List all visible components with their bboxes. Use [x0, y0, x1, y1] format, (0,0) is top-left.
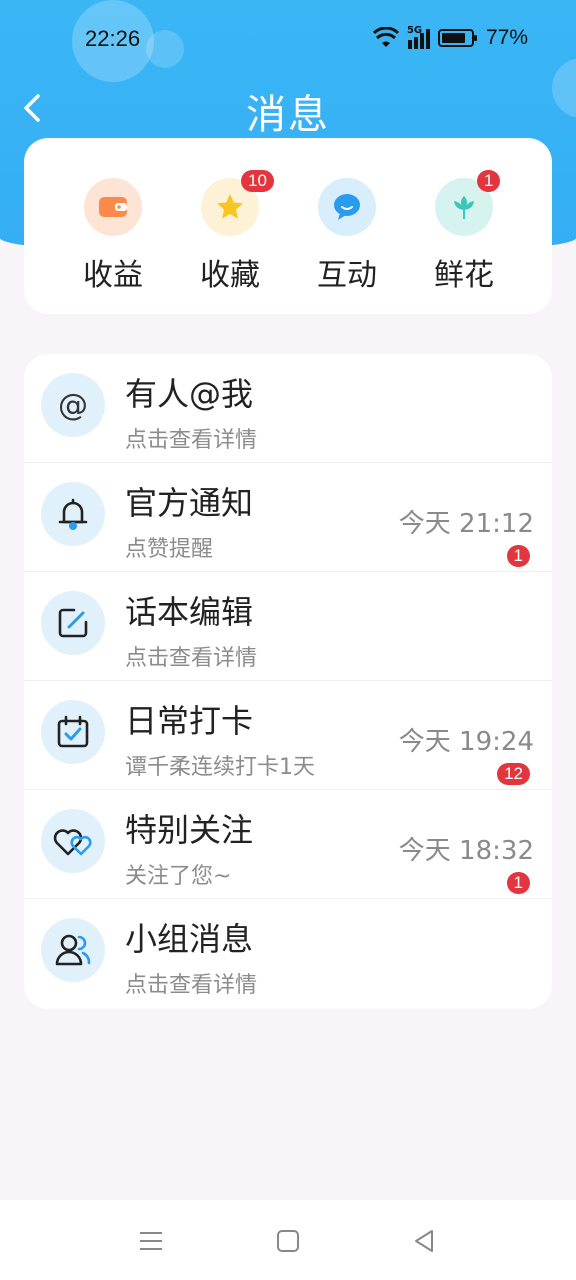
message-row-official-notice[interactable]: 官方通知 点赞提醒 今天 21:12 1 [24, 463, 552, 572]
group-icon [41, 918, 105, 982]
message-time: 今天 21:12 [398, 509, 534, 539]
favorites-badge: 10 [241, 170, 274, 192]
quick-action-label: 互动 [317, 258, 377, 293]
nav-bar: 消息 [0, 76, 576, 138]
menu-icon [140, 1232, 162, 1250]
edit-icon [41, 591, 105, 655]
message-subtitle: 点击查看详情 [125, 428, 258, 453]
message-subtitle: 关注了您~ [125, 864, 232, 889]
message-row-script-editing[interactable]: 话本编辑 点击查看详情 [24, 572, 552, 681]
calendar-check-icon [41, 700, 105, 764]
status-time: 22:26 [85, 26, 141, 51]
cellular-signal-icon: 5G [406, 25, 430, 49]
network-type: 5G [406, 25, 423, 36]
message-row-daily-checkin[interactable]: 日常打卡 谭千柔连续打卡1天 今天 19:24 12 [24, 681, 552, 790]
wifi-icon [372, 27, 399, 47]
home-icon [277, 1230, 299, 1252]
at-icon: @ [41, 373, 105, 437]
quick-action-label: 鲜花 [434, 258, 494, 293]
hearts-icon [41, 809, 105, 873]
status-bar: 22:26 5G 77% [0, 0, 576, 76]
star-icon: 10 [201, 170, 274, 236]
message-title: 话本编辑 [125, 593, 254, 631]
message-subtitle: 谭千柔连续打卡1天 [125, 755, 315, 780]
quick-action-interactions[interactable]: 互动 [302, 178, 392, 294]
message-subtitle: 点击查看详情 [125, 646, 258, 671]
status-icons: 5G 77% [372, 25, 528, 50]
quick-action-favorites[interactable]: 10 收藏 [185, 170, 275, 294]
message-title: 特别关注 [125, 811, 254, 849]
message-title: 有人@我 [125, 375, 254, 413]
wallet-icon [84, 178, 142, 236]
home-button[interactable] [271, 1224, 305, 1258]
back-triangle-icon [415, 1230, 433, 1252]
unread-badge: 1 [506, 872, 530, 894]
page-title: 消息 [246, 92, 330, 138]
quick-action-label: 收藏 [200, 258, 260, 293]
system-back-button[interactable] [408, 1224, 442, 1258]
unread-badge: 12 [497, 763, 530, 785]
quick-action-flowers[interactable]: 1 鲜花 [419, 170, 509, 294]
menu-button[interactable] [134, 1224, 168, 1258]
bell-icon [41, 482, 105, 546]
battery-percent: 77% [485, 26, 528, 49]
message-row-group[interactable]: 小组消息 点击查看详情 [24, 899, 552, 1008]
message-title: 日常打卡 [125, 702, 254, 740]
message-title: 小组消息 [125, 920, 254, 958]
quick-action-label: 收益 [83, 258, 143, 293]
message-list: @ 有人@我 点击查看详情 官方通知 点赞提醒 今天 21:12 1 话本编辑 [24, 354, 552, 1009]
system-navigation-bar [0, 1200, 576, 1280]
chat-bubble-icon [318, 178, 376, 236]
quick-action-earnings[interactable]: 收益 [68, 178, 158, 294]
message-subtitle: 点赞提醒 [125, 537, 214, 562]
battery-icon [437, 29, 477, 47]
flowers-badge: 1 [477, 170, 501, 192]
unread-badge: 1 [506, 545, 530, 567]
quick-actions-card: 收益 10 收藏 互动 1 鲜花 [24, 138, 552, 314]
message-row-mentions[interactable]: @ 有人@我 点击查看详情 [24, 354, 552, 463]
message-row-special-follow[interactable]: 特别关注 关注了您~ 今天 18:32 1 [24, 790, 552, 899]
message-time: 今天 19:24 [398, 727, 534, 757]
message-subtitle: 点击查看详情 [125, 973, 258, 998]
flower-icon: 1 [435, 170, 501, 236]
message-title: 官方通知 [125, 484, 254, 522]
message-time: 今天 18:32 [398, 836, 534, 866]
